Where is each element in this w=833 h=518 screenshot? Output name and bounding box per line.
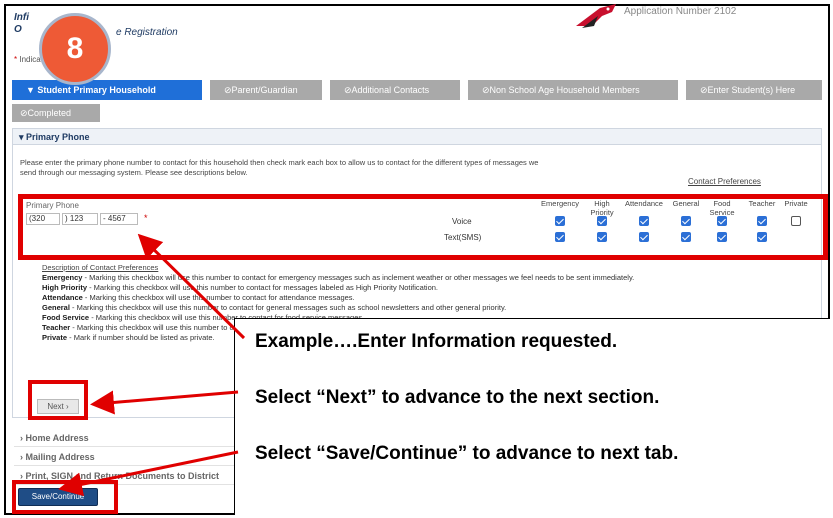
desc-emergency: Emergency - Marking this checkbox will u…	[42, 273, 802, 283]
tab-label: ⊘Parent/Guardian	[224, 85, 298, 95]
checkbox-voice-teacher[interactable]	[757, 216, 767, 226]
section-mailing-address[interactable]: › Mailing Address	[14, 449, 234, 466]
checkbox-voice-food-service[interactable]	[717, 216, 727, 226]
desc-term: General	[42, 303, 70, 312]
application-number: Application Number 2102	[624, 6, 737, 17]
desc-text: - Marking this checkbox will use this nu…	[87, 283, 438, 292]
primary-phone-section-header[interactable]: ▾ Primary Phone	[13, 129, 821, 145]
pref-col-general: General	[672, 199, 700, 208]
section-home-address[interactable]: › Home Address	[14, 430, 234, 447]
checkbox-textsms-emergency[interactable]	[555, 232, 565, 242]
tab-additional-contacts[interactable]: ⊘Additional Contacts	[330, 80, 460, 100]
required-star: *	[14, 55, 18, 64]
save-continue-button[interactable]: Save/Continue	[18, 488, 98, 506]
desc-text: - Marking this checkbox will use this nu…	[82, 293, 355, 302]
tab-parent-guardian[interactable]: ⊘Parent/Guardian	[210, 80, 322, 100]
step-number-badge: 8	[39, 13, 111, 85]
checkbox-voice-emergency[interactable]	[555, 216, 565, 226]
tab-label: ⊘Enter Student(s) Here	[700, 85, 796, 95]
checkbox-voice-private[interactable]	[791, 216, 801, 226]
checkbox-textsms-general[interactable]	[681, 232, 691, 242]
desc-text: - Mark if number should be listed as pri…	[67, 333, 215, 342]
checkbox-voice-general[interactable]	[681, 216, 691, 226]
next-button[interactable]: Next ›	[37, 399, 79, 414]
callout-line-3: Select “Save/Continue” to advance to nex…	[255, 443, 679, 464]
checkbox-voice-attendance[interactable]	[639, 216, 649, 226]
descriptions-title: Description of Contact Preferences	[42, 263, 159, 272]
phone-area-code-input[interactable]: (320	[26, 213, 60, 225]
district-logo-text: Infi	[14, 12, 29, 23]
tab-completed[interactable]: ⊘Completed	[12, 104, 100, 122]
callout-line-2: Select “Next” to advance to the next sec…	[255, 387, 660, 408]
tab-non-school-age-household-members[interactable]: ⊘Non School Age Household Members	[468, 80, 678, 100]
desc-term: Food Service	[42, 313, 90, 322]
tab-label: ⊘Completed	[20, 108, 72, 118]
desc-high-priority: High Priority - Marking this checkbox wi…	[42, 283, 802, 293]
tab-student-primary-household[interactable]: ▼ Student Primary Household	[12, 80, 202, 100]
page-title: e Registration	[116, 27, 178, 38]
desc-general: General - Marking this checkbox will use…	[42, 303, 802, 313]
tab-label: ▼ Student Primary Household	[26, 85, 156, 95]
pref-col-private: Private	[784, 199, 808, 208]
desc-term: Private	[42, 333, 68, 342]
row-label-voice: Voice	[452, 217, 472, 226]
pref-col-emergency: Emergency	[541, 199, 579, 208]
checkbox-textsms-attendance[interactable]	[639, 232, 649, 242]
phone-line-input[interactable]: - 4567	[100, 213, 138, 225]
desc-text: - Marking this checkbox will use this nu…	[69, 303, 507, 312]
tab-enter-students[interactable]: ⊘Enter Student(s) Here	[686, 80, 822, 100]
primary-phone-label: Primary Phone	[26, 201, 79, 210]
pref-col-food-service: Food Service	[709, 199, 735, 217]
district-logo-text-line2: O	[14, 24, 22, 35]
pref-col-high-priority: High Priority	[590, 199, 614, 217]
cardinal-logo-icon	[576, 4, 616, 28]
pref-col-attendance: Attendance	[625, 199, 663, 208]
desc-term: High Priority	[42, 283, 88, 292]
desc-text: - Marking this checkbox will use this nu…	[82, 273, 635, 282]
checkbox-voice-high-priority[interactable]	[597, 216, 607, 226]
phone-prefix-input[interactable]: ) 123	[62, 213, 98, 225]
row-label-text-sms: Text(SMS)	[444, 233, 482, 242]
tab-label: ⊘Non School Age Household Members	[482, 85, 640, 95]
instruction-callout: Example….Enter Information requested. Se…	[234, 318, 830, 515]
phone-required-star: *	[144, 213, 148, 223]
desc-term: Attendance	[42, 293, 83, 302]
primary-phone-instructions: Please enter the primary phone number to…	[20, 158, 539, 177]
callout-line-1: Example….Enter Information requested.	[255, 331, 618, 352]
tab-label: ⊘Additional Contacts	[344, 85, 430, 95]
desc-term: Emergency	[42, 273, 83, 282]
contact-preferences-heading: Contact Preferences	[688, 177, 761, 186]
desc-term: Teacher	[42, 323, 71, 332]
checkbox-textsms-food-service[interactable]	[717, 232, 727, 242]
checkbox-textsms-high-priority[interactable]	[597, 232, 607, 242]
desc-attendance: Attendance - Marking this checkbox will …	[42, 293, 802, 303]
registration-tabs: ▼ Student Primary Household ⊘Parent/Guar…	[12, 80, 822, 100]
checkbox-textsms-teacher[interactable]	[757, 232, 767, 242]
